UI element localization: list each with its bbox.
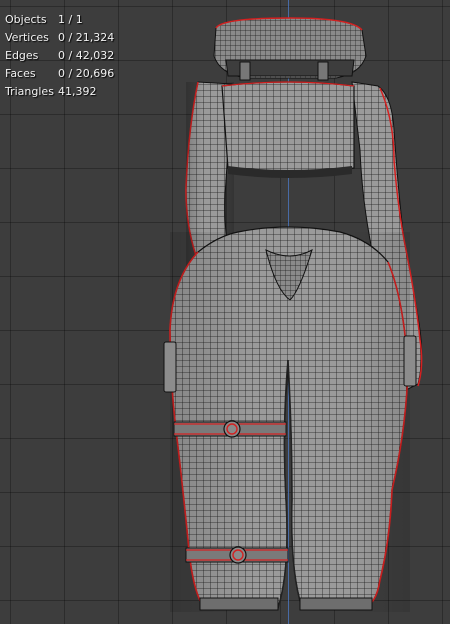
- stat-triangles: Triangles 41,392: [5, 83, 114, 101]
- crop-top: [221, 81, 355, 178]
- stat-edges: Edges 0 / 42,032: [5, 47, 114, 65]
- stat-faces: Faces 0 / 20,696: [5, 65, 114, 83]
- stat-objects: Objects 1 / 1: [5, 11, 114, 29]
- stat-vertices: Vertices 0 / 21,324: [5, 29, 114, 47]
- stat-label: Faces: [5, 67, 36, 80]
- stat-value: 0 / 20,696: [58, 67, 115, 80]
- lower-thigh-strap: [185, 546, 289, 564]
- upper-thigh-strap: [173, 420, 287, 438]
- stat-value: 0 / 42,032: [58, 49, 115, 62]
- stat-label: Vertices: [5, 31, 49, 44]
- stat-label: Triangles: [5, 85, 54, 98]
- stat-value: 41,392: [58, 85, 97, 98]
- left-cargo-pocket: [163, 341, 177, 393]
- statistics-overlay: Objects 1 / 1 Vertices 0 / 21,324 Edges …: [5, 11, 114, 101]
- stat-value: 1 / 1: [58, 13, 83, 26]
- right-cargo-pocket: [403, 335, 417, 387]
- stat-label: Edges: [5, 49, 39, 62]
- stat-label: Objects: [5, 13, 47, 26]
- hood-collar: [213, 17, 367, 81]
- stat-value: 0 / 21,324: [58, 31, 115, 44]
- 3d-viewport[interactable]: Objects 1 / 1 Vertices 0 / 21,324 Edges …: [0, 0, 450, 624]
